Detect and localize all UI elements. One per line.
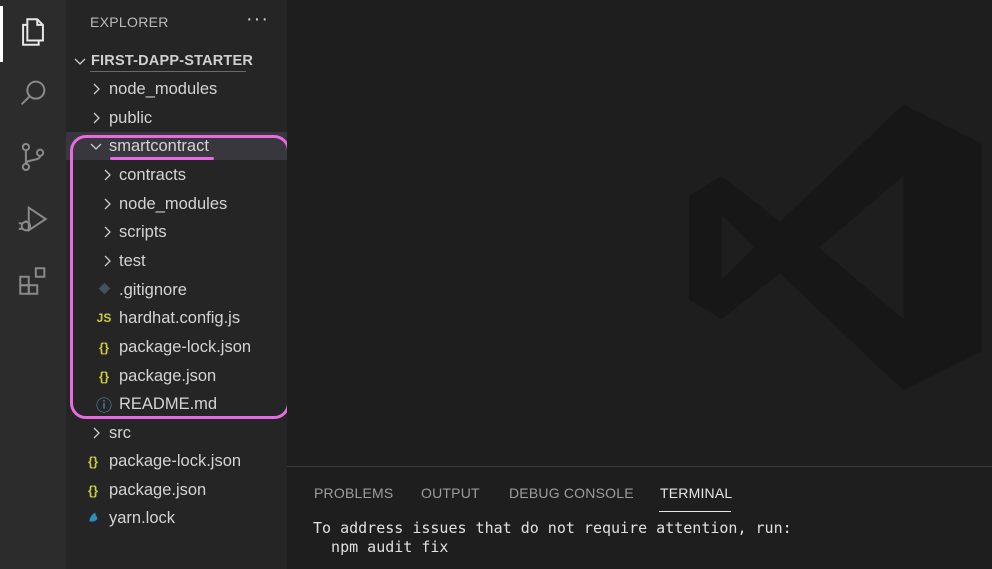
annotation-underline [110,157,214,160]
tree-item-label: package.json [119,366,217,385]
tree-item-package-json-nested[interactable]: {} package.json [66,362,316,390]
json-icon: {} [87,453,99,469]
tree-item-label: src [109,423,131,442]
chevron-down-icon [72,53,88,69]
tree-item-label: contracts [119,165,186,184]
tab-output[interactable]: OUTPUT [421,485,480,501]
tree-item-label: public [109,108,153,127]
tree-item-label: README.md [119,394,218,413]
info-icon: ⓘ [95,398,112,415]
active-indicator [0,6,3,62]
search-icon[interactable] [14,74,52,112]
run-debug-icon[interactable] [14,200,52,238]
yarn-icon [84,510,102,527]
editor-area [287,0,992,466]
tree-item-label: test [119,251,146,270]
tab-problems[interactable]: PROBLEMS [314,485,393,501]
root-underline [90,71,246,72]
tree-item-package-json[interactable]: {} package.json [66,476,305,504]
tree-item-hardhat-config[interactable]: JS hardhat.config.js [66,304,316,332]
tree-item-package-lock-nested[interactable]: {} package-lock.json [66,333,316,361]
json-icon: {} [98,339,110,355]
tree-item-yarn-lock[interactable]: yarn.lock [66,504,305,532]
chevron-right-icon [88,81,104,97]
tree-item-label: node_modules [109,79,218,98]
explorer-icon[interactable] [14,13,52,51]
chevron-right-icon [88,110,104,126]
tree-item-contracts[interactable]: contracts [66,161,320,189]
explorer-title: EXPLORER [90,14,169,30]
vscode-logo-watermark [689,104,982,391]
extensions-icon[interactable] [14,262,52,300]
chevron-right-icon [99,253,115,269]
active-tab-underline [659,511,731,512]
tree-item-label: yarn.lock [109,508,176,527]
tree-item-smartcontract[interactable]: smartcontract [66,132,309,160]
tree-item-test[interactable]: test [66,247,320,275]
activity-bar [0,0,66,569]
tree-item-label: package-lock.json [109,451,242,470]
git-icon [95,282,113,298]
json-icon: {} [87,482,99,498]
tree-item-scripts[interactable]: scripts [66,218,320,246]
tree-root-label: FIRST-DAPP-STARTER [91,53,254,69]
terminal-line: To address issues that do not require at… [313,519,792,537]
tree-item-label: node_modules [119,194,228,213]
tree-item-package-lock[interactable]: {} package-lock.json [66,447,305,475]
terminal-line: npm audit fix [313,538,449,556]
tab-terminal[interactable]: TERMINAL [660,485,732,501]
tree-item-label: hardhat.config.js [119,308,241,327]
json-icon: {} [98,368,110,384]
explorer-sidebar: EXPLORER ··· FIRST-DAPP-STARTER node_mod… [66,0,309,569]
chevron-right-icon [99,167,115,183]
tree-item-src[interactable]: src [66,419,309,447]
tree-item-label: smartcontract [109,136,209,155]
tree-item-label: .gitignore [119,280,187,299]
bottom-panel: PROBLEMS OUTPUT DEBUG CONSOLE TERMINAL T… [287,466,992,569]
tree-item-node-modules[interactable]: node_modules [66,75,309,103]
tab-debug-console[interactable]: DEBUG CONSOLE [509,485,634,501]
tree-item-readme[interactable]: ⓘ README.md [66,390,316,418]
chevron-right-icon [88,425,104,441]
chevron-right-icon [99,196,115,212]
js-icon: JS [96,311,112,325]
chevron-right-icon [99,224,115,240]
more-actions-button[interactable]: ··· [246,8,269,31]
tree-item-label: package-lock.json [119,337,252,356]
tree-item-label: package.json [109,480,207,499]
source-control-icon[interactable] [14,138,52,176]
chevron-down-icon [88,138,104,154]
tree-item-node-modules-nested[interactable]: node_modules [66,190,320,218]
tree-item-gitignore[interactable]: .gitignore [66,276,316,304]
tree-item-public[interactable]: public [66,104,309,132]
tree-item-label: scripts [119,222,167,241]
